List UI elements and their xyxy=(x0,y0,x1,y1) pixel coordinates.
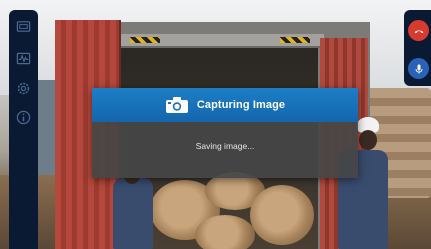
hazard-stripe xyxy=(280,37,310,43)
log xyxy=(250,185,314,245)
dialog-body: Saving image... xyxy=(92,122,358,178)
phone-hangup-icon xyxy=(414,29,423,33)
info-icon[interactable] xyxy=(15,109,32,126)
settings-gear-icon[interactable] xyxy=(15,80,32,97)
left-toolbar xyxy=(9,10,38,249)
dialog-title: Capturing Image xyxy=(196,99,286,111)
waveform-icon[interactable] xyxy=(15,50,32,67)
end-call-button[interactable] xyxy=(408,20,429,41)
right-control-bar xyxy=(404,10,431,86)
log xyxy=(195,215,255,249)
hazard-stripe xyxy=(130,37,160,43)
microphone-icon xyxy=(415,64,422,73)
worker xyxy=(113,178,153,249)
capturing-image-dialog: Capturing Image Saving image... xyxy=(92,88,358,178)
worker-head xyxy=(359,130,377,150)
dialog-message: Saving image... xyxy=(195,141,255,151)
camera-icon xyxy=(165,96,189,114)
gallery-icon[interactable] xyxy=(15,18,32,35)
microphone-button[interactable] xyxy=(408,58,429,79)
dialog-header: Capturing Image xyxy=(92,88,358,122)
